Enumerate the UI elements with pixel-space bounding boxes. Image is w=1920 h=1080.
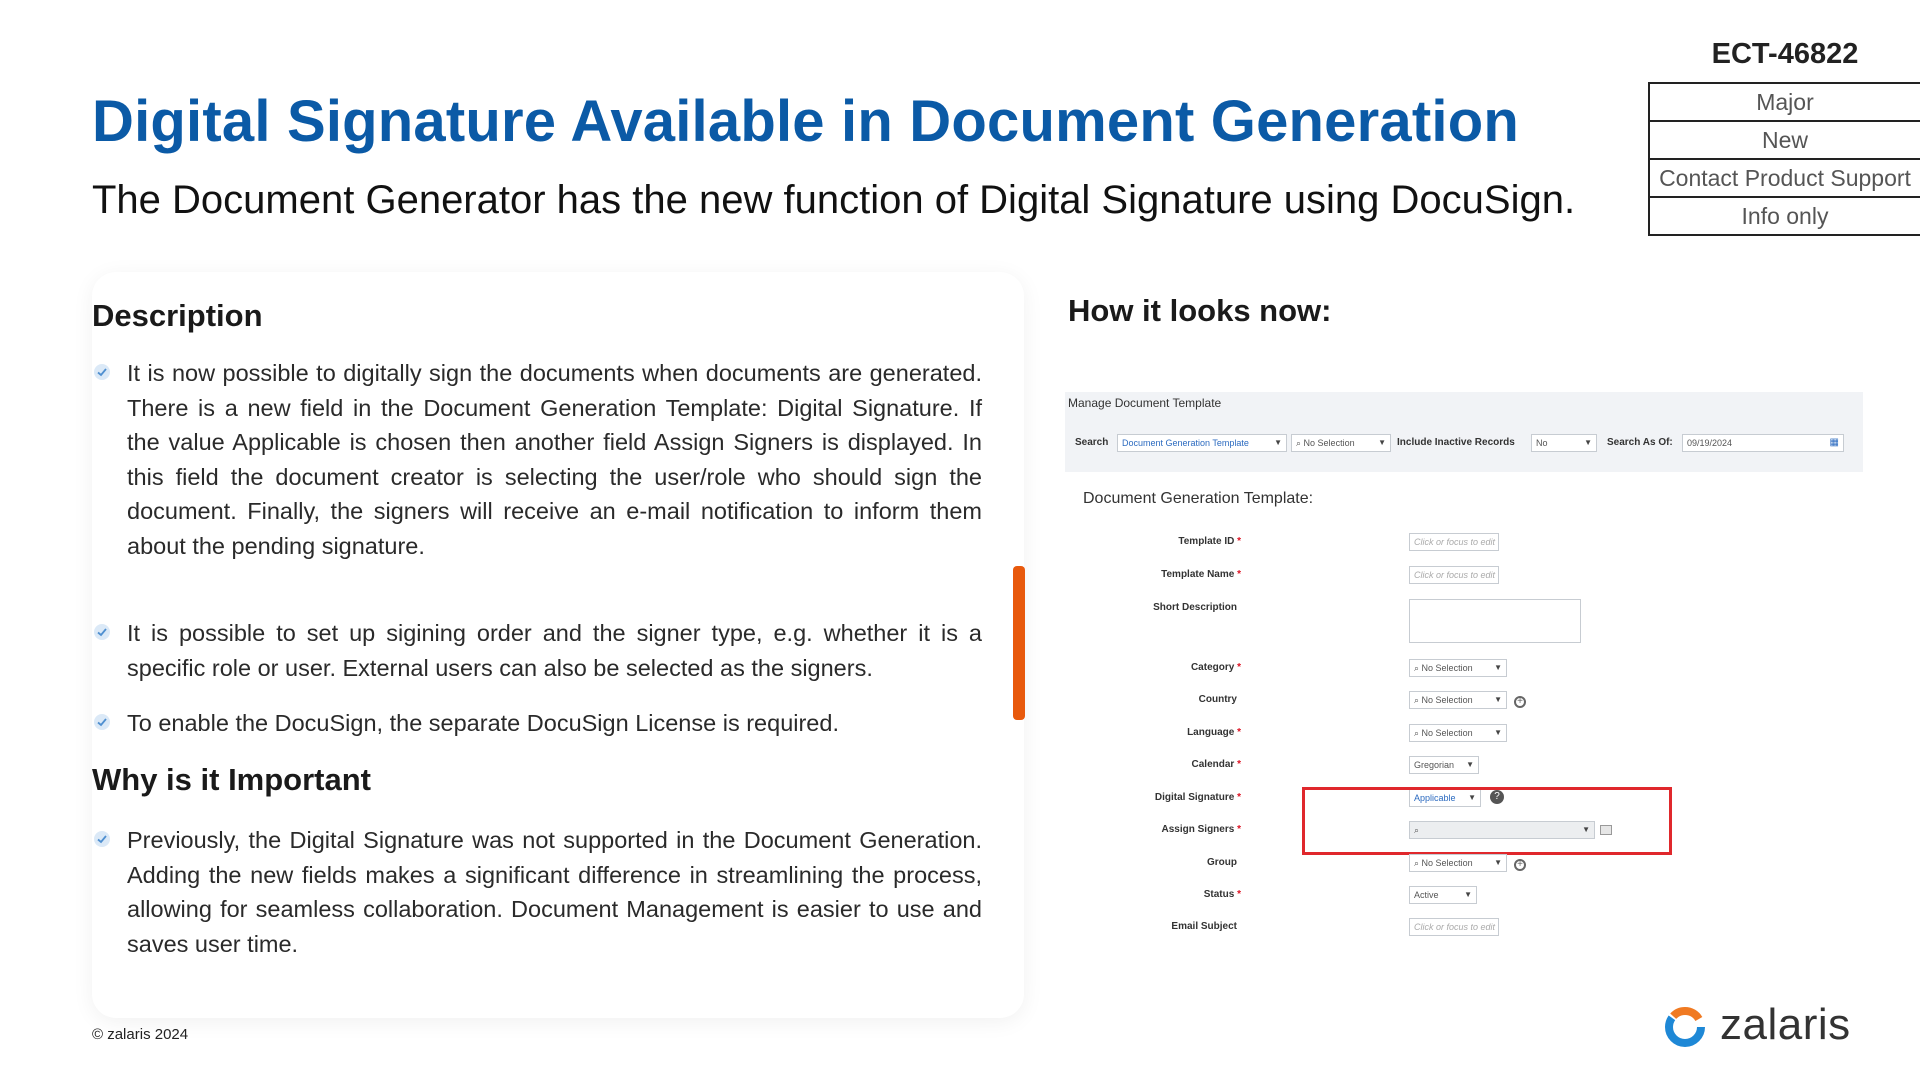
country-label: Country: [1198, 694, 1237, 705]
group-label: Group: [1207, 857, 1237, 868]
chevron-down-icon: ▼: [1494, 858, 1502, 867]
group-select[interactable]: ⌕ No Selection ▼: [1409, 854, 1507, 872]
chevron-down-icon: ▼: [1466, 760, 1474, 769]
ticket-tags: Major New Contact Product Support Info o…: [1648, 82, 1920, 236]
search-select[interactable]: Document Generation Template ▼: [1117, 434, 1287, 452]
country-value: No Selection: [1421, 695, 1473, 705]
search-icon: ⌕: [1414, 695, 1422, 705]
inactive-label: Include Inactive Records: [1397, 437, 1515, 448]
template-id-label: Template ID *: [1178, 536, 1241, 547]
zalaris-logo-icon: [1665, 1007, 1705, 1047]
assign-signers-label: Assign Signers *: [1161, 824, 1242, 835]
importance-heading: Why is it Important: [92, 762, 371, 797]
short-description-textarea[interactable]: [1409, 599, 1581, 643]
status-value: Active: [1414, 890, 1439, 900]
preview-heading: How it looks now:: [1068, 293, 1332, 328]
inactive-value: No: [1536, 438, 1548, 448]
ui-screenshot: Manage Document Template Search Document…: [1065, 392, 1863, 942]
group-value: No Selection: [1421, 858, 1473, 868]
chevron-down-icon: ▼: [1494, 695, 1502, 704]
chevron-down-icon: ▼: [1464, 890, 1472, 899]
short-description-label: Short Description: [1153, 602, 1237, 613]
description-heading: Description: [92, 298, 263, 333]
search-icon: ⌕: [1414, 858, 1422, 868]
country-select[interactable]: ⌕ No Selection ▼: [1409, 691, 1507, 709]
search-select-value: Document Generation Template: [1122, 438, 1249, 448]
chevron-down-icon: ▼: [1494, 663, 1502, 672]
add-country-icon[interactable]: +: [1514, 696, 1526, 708]
category-select[interactable]: ⌕ No Selection ▼: [1409, 659, 1507, 677]
search-icon: ⌕: [1414, 663, 1422, 673]
email-subject-input[interactable]: Click or focus to edit: [1409, 918, 1499, 936]
asof-date-input[interactable]: 09/19/2024 ▦: [1682, 434, 1844, 452]
template-name-input[interactable]: Click or focus to edit: [1409, 566, 1499, 584]
form-title: Document Generation Template:: [1083, 490, 1314, 507]
bullet-text: To enable the DocuSign, the separate Doc…: [127, 710, 839, 736]
check-bullet-icon: [94, 364, 110, 380]
description-bullet: To enable the DocuSign, the separate Doc…: [92, 706, 982, 741]
template-name-label: Template Name *: [1161, 569, 1241, 580]
tag-type: New: [1650, 122, 1920, 160]
chevron-down-icon: ▼: [1494, 728, 1502, 737]
asof-label: Search As Of:: [1607, 437, 1673, 448]
description-bullet: It is now possible to digitally sign the…: [92, 356, 982, 563]
accent-bar: [1013, 566, 1025, 720]
chevron-down-icon: ▼: [1274, 438, 1282, 447]
add-group-icon[interactable]: +: [1514, 859, 1526, 871]
template-id-input[interactable]: Click or focus to edit: [1409, 533, 1499, 551]
ticket-id: ECT-46822: [1711, 38, 1859, 70]
window-title: Manage Document Template: [1068, 396, 1222, 410]
search-icon: ⌕: [1414, 728, 1422, 738]
selection-value: No Selection: [1303, 438, 1355, 448]
calendar-icon: ▦: [1829, 437, 1839, 448]
calendar-label: Calendar *: [1191, 759, 1241, 770]
bullet-text: It is now possible to digitally sign the…: [127, 360, 982, 559]
status-select[interactable]: Active ▼: [1409, 886, 1477, 904]
bullet-text: It is possible to set up sigining order …: [127, 620, 982, 681]
new-fields-highlight: [1302, 787, 1672, 855]
tag-info: Info only: [1650, 198, 1920, 236]
language-label: Language *: [1187, 727, 1241, 738]
chevron-down-icon: ▼: [1584, 438, 1592, 447]
digital-signature-label: Digital Signature *: [1154, 792, 1241, 803]
check-bullet-icon: [94, 714, 110, 730]
tag-action: Contact Product Support: [1650, 160, 1920, 198]
check-bullet-icon: [94, 624, 110, 640]
slide-subtitle: The Document Generator has the new funct…: [92, 178, 1576, 222]
language-select[interactable]: ⌕ No Selection ▼: [1409, 724, 1507, 742]
chevron-down-icon: ▼: [1378, 438, 1386, 447]
email-subject-label: Email Subject: [1171, 921, 1237, 932]
bullet-text: Previously, the Digital Signature was no…: [127, 827, 982, 957]
selection-select[interactable]: ⌕ No Selection ▼: [1291, 434, 1391, 452]
calendar-select[interactable]: Gregorian ▼: [1409, 756, 1479, 774]
search-label: Search: [1075, 437, 1109, 448]
tag-impact: Major: [1650, 84, 1920, 122]
importance-bullet: Previously, the Digital Signature was no…: [92, 823, 982, 961]
language-value: No Selection: [1421, 728, 1473, 738]
copyright: © zalaris 2024: [92, 1026, 189, 1043]
description-bullet: It is possible to set up sigining order …: [92, 616, 982, 685]
search-icon: ⌕: [1296, 438, 1304, 448]
brand-name: zalaris: [1720, 1000, 1851, 1049]
zalaris-logo: zalaris: [1662, 1000, 1850, 1054]
check-bullet-icon: [94, 831, 110, 847]
screenshot-filter-bar: Manage Document Template Search Document…: [1065, 392, 1863, 472]
calendar-value: Gregorian: [1414, 760, 1455, 770]
category-label: Category *: [1190, 662, 1241, 673]
category-value: No Selection: [1421, 663, 1473, 673]
status-label: Status *: [1203, 889, 1241, 900]
slide-title: Digital Signature Available in Document …: [92, 89, 1519, 154]
inactive-select[interactable]: No ▼: [1531, 434, 1597, 452]
asof-value: 09/19/2024: [1687, 438, 1733, 448]
